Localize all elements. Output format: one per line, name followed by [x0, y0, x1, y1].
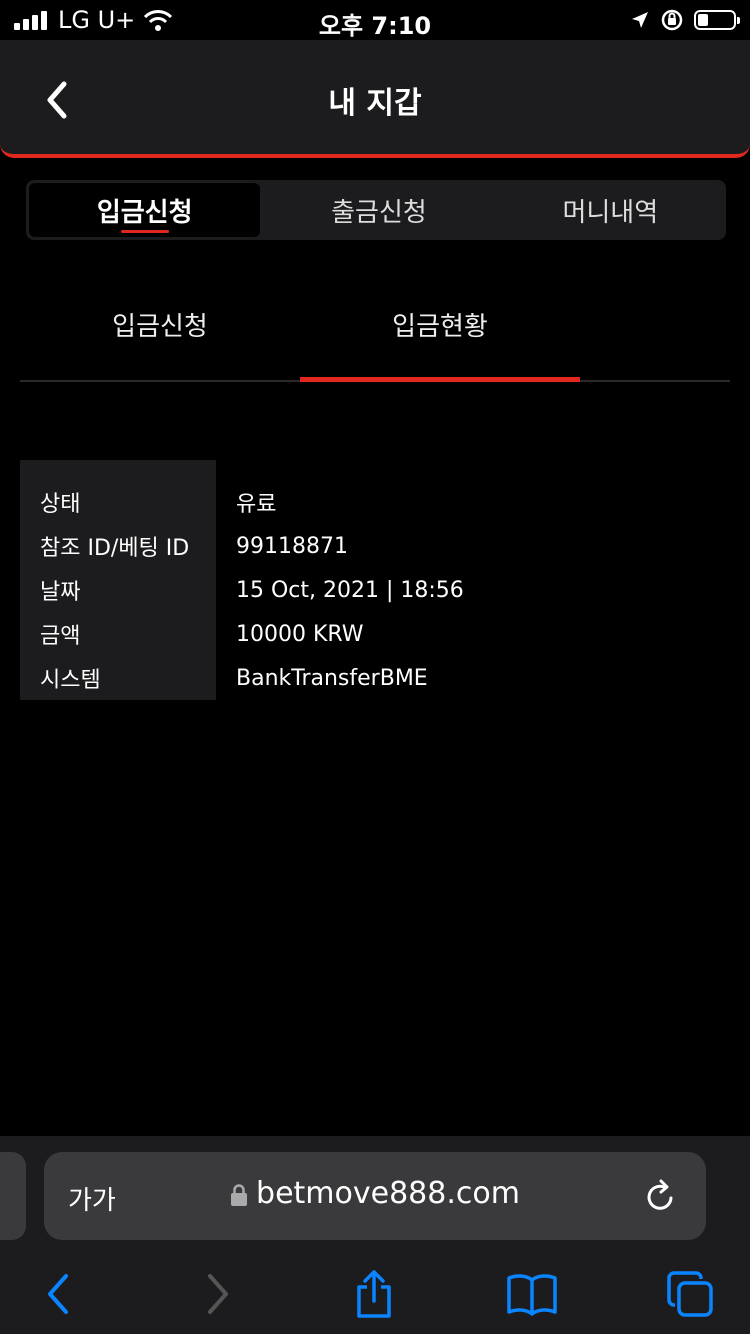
detail-row-amount: 금액 10000 KRW [20, 612, 730, 656]
address-bar[interactable]: 가가 betmove888.com [44, 1152, 706, 1240]
detail-label: 금액 [40, 624, 81, 649]
detail-row-reference-id: 참조 ID/베팅 ID 99118871 [20, 524, 730, 568]
tab-label: 출금신청 [331, 197, 427, 228]
lock-icon [231, 1183, 248, 1206]
battery-icon [694, 10, 740, 30]
tab-label: 머니내역 [562, 197, 659, 228]
reload-icon[interactable] [644, 1178, 678, 1214]
share-icon [357, 1270, 391, 1318]
page-title: 내 지갑 [328, 86, 422, 121]
detail-row-date: 날짜 15 Oct, 2021 | 18:56 [20, 568, 730, 612]
detail-row-status: 상태 유료 [20, 480, 730, 524]
orientation-lock-icon [661, 9, 683, 31]
status-right [630, 8, 740, 32]
tabs-button[interactable] [660, 1266, 720, 1322]
subtab-deposit-request[interactable]: 입금신청 [20, 306, 300, 343]
app-header: 내 지갑 [0, 40, 750, 158]
detail-row-system: 시스템 BankTransferBME [20, 656, 730, 700]
status-bar: LG U+ 오후 7:10 [0, 0, 750, 40]
nav-forward-button[interactable] [188, 1266, 248, 1322]
tabs-icon [667, 1271, 713, 1317]
tab-money-history[interactable]: 머니내역 [495, 180, 726, 240]
subtab-deposit-status[interactable]: 입금현황 [300, 306, 580, 343]
active-tab-indicator [120, 230, 169, 233]
tab-deposit-request[interactable]: 입금신청 [29, 183, 261, 237]
nav-back-button[interactable] [28, 1266, 88, 1322]
detail-label: 상태 [40, 492, 81, 517]
nav-forward-icon [208, 1274, 228, 1314]
detail-value: 99118871 [236, 533, 348, 559]
detail-label: 날짜 [40, 580, 81, 605]
deposit-subtabs: 입금신청 입금현황 [20, 290, 730, 382]
browser-toolbar [0, 1250, 750, 1334]
active-subtab-indicator [300, 377, 580, 382]
bookmarks-button[interactable] [502, 1266, 562, 1322]
location-icon [632, 12, 648, 28]
detail-label: 참조 ID/베팅 ID [40, 536, 190, 561]
tab-label: 입금신청 [96, 197, 193, 228]
url-display[interactable]: betmove888.com [44, 1176, 706, 1211]
detail-value: 15 Oct, 2021 | 18:56 [236, 577, 464, 603]
url-text: betmove888.com [256, 1176, 520, 1211]
detail-value: 유료 [236, 492, 277, 517]
detail-value: 10000 KRW [236, 621, 364, 647]
deposit-detail-table: 상태 유료 참조 ID/베팅 ID 99118871 날짜 15 Oct, 20… [20, 460, 730, 700]
bookmarks-icon [507, 1274, 557, 1316]
detail-label: 시스템 [40, 668, 101, 693]
previous-tab-preview[interactable] [0, 1152, 26, 1240]
wallet-tabs: 입금신청 출금신청 머니내역 [26, 180, 726, 240]
tab-withdraw-request[interactable]: 출금신청 [263, 180, 494, 240]
nav-back-icon [48, 1274, 68, 1314]
detail-value: BankTransferBME [236, 665, 428, 691]
share-button[interactable] [344, 1266, 404, 1322]
